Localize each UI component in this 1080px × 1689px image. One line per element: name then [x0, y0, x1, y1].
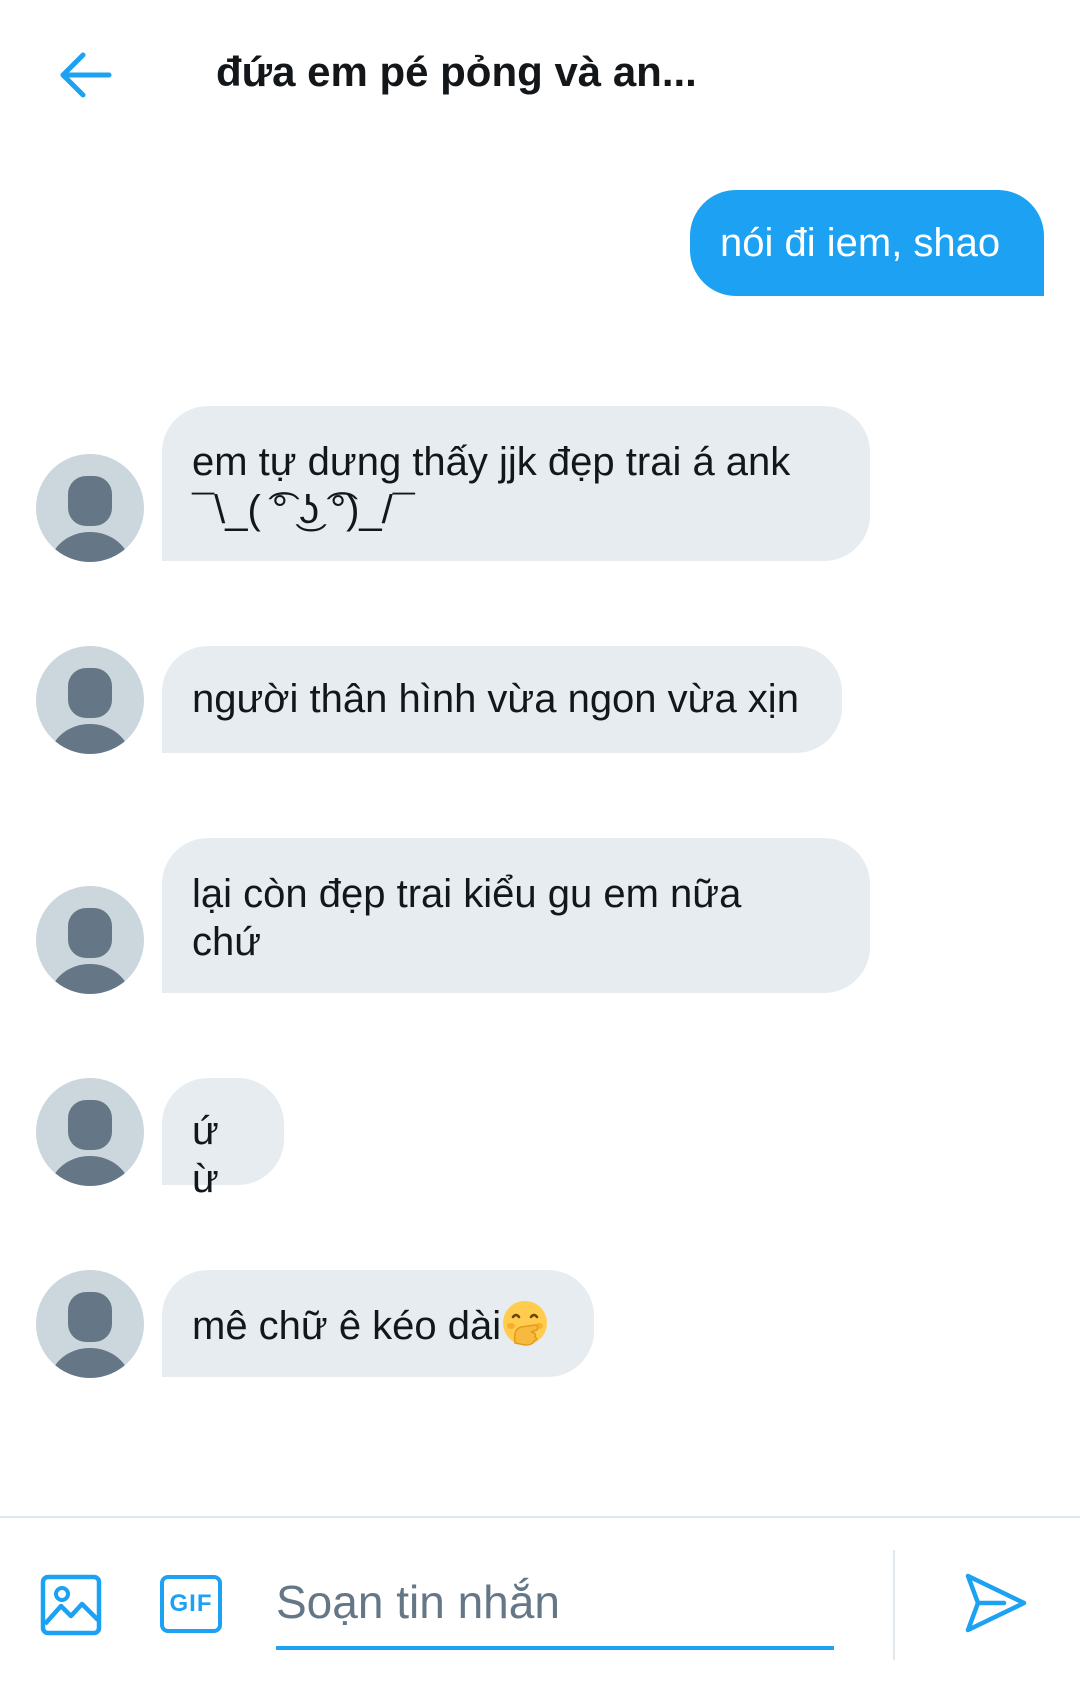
- conversation-title[interactable]: đứa em pé pỏng và an...: [216, 42, 697, 102]
- message-text-line: chứ: [192, 920, 262, 964]
- message-text-line: ¯\_( ͡° ͜ʖ ͡°)_/¯: [192, 488, 415, 532]
- default-profile-icon: [50, 476, 130, 562]
- avatar[interactable]: [36, 646, 144, 754]
- message-text: ứ ừ: [192, 1109, 219, 1201]
- arrow-left-icon: [60, 52, 112, 98]
- message-bubble-incoming[interactable]: mê chữ ê kéo dài: [162, 1270, 594, 1377]
- message-text: nói đi iem, shao: [720, 221, 1001, 265]
- message-composer: GIF: [0, 1516, 1080, 1689]
- composer-divider: [893, 1550, 895, 1660]
- send-icon[interactable]: [964, 1572, 1028, 1634]
- gif-button[interactable]: GIF: [160, 1575, 222, 1633]
- message-text-line: lại còn đẹp trai kiểu gu em nữa: [192, 872, 742, 916]
- message-bubble-incoming[interactable]: ứ ừ: [162, 1078, 284, 1201]
- message-bubble-outgoing[interactable]: nói đi iem, shao: [690, 190, 1044, 296]
- avatar[interactable]: [36, 454, 144, 562]
- gif-label: GIF: [169, 1590, 213, 1617]
- default-profile-icon: [50, 668, 130, 754]
- avatar[interactable]: [36, 1078, 144, 1186]
- message-bubble-incoming[interactable]: người thân hình vừa ngon vừa xịn: [162, 646, 842, 753]
- avatar[interactable]: [36, 1270, 144, 1378]
- image-icon[interactable]: [40, 1574, 102, 1636]
- message-bubble-incoming[interactable]: lại còn đẹp trai kiểu gu em nữa chứ: [162, 838, 870, 993]
- message-text: mê chữ ê kéo dài: [192, 1304, 502, 1348]
- message-text: người thân hình vừa ngon vừa xịn: [192, 677, 799, 721]
- face-with-hand-over-mouth-icon: [503, 1301, 548, 1346]
- default-profile-icon: [50, 1100, 130, 1186]
- message-bubble-incoming[interactable]: em tự dưng thấy jjk đẹp trai á ank ¯\_( …: [162, 406, 870, 561]
- default-profile-icon: [50, 1292, 130, 1378]
- conversation-header: đứa em pé pỏng và an...: [0, 0, 1080, 145]
- avatar[interactable]: [36, 886, 144, 994]
- back-button[interactable]: [50, 40, 120, 110]
- compose-message-input[interactable]: [276, 1558, 834, 1650]
- message-text-line: em tự dưng thấy jjk đẹp trai á ank: [192, 440, 791, 484]
- default-profile-icon: [50, 908, 130, 994]
